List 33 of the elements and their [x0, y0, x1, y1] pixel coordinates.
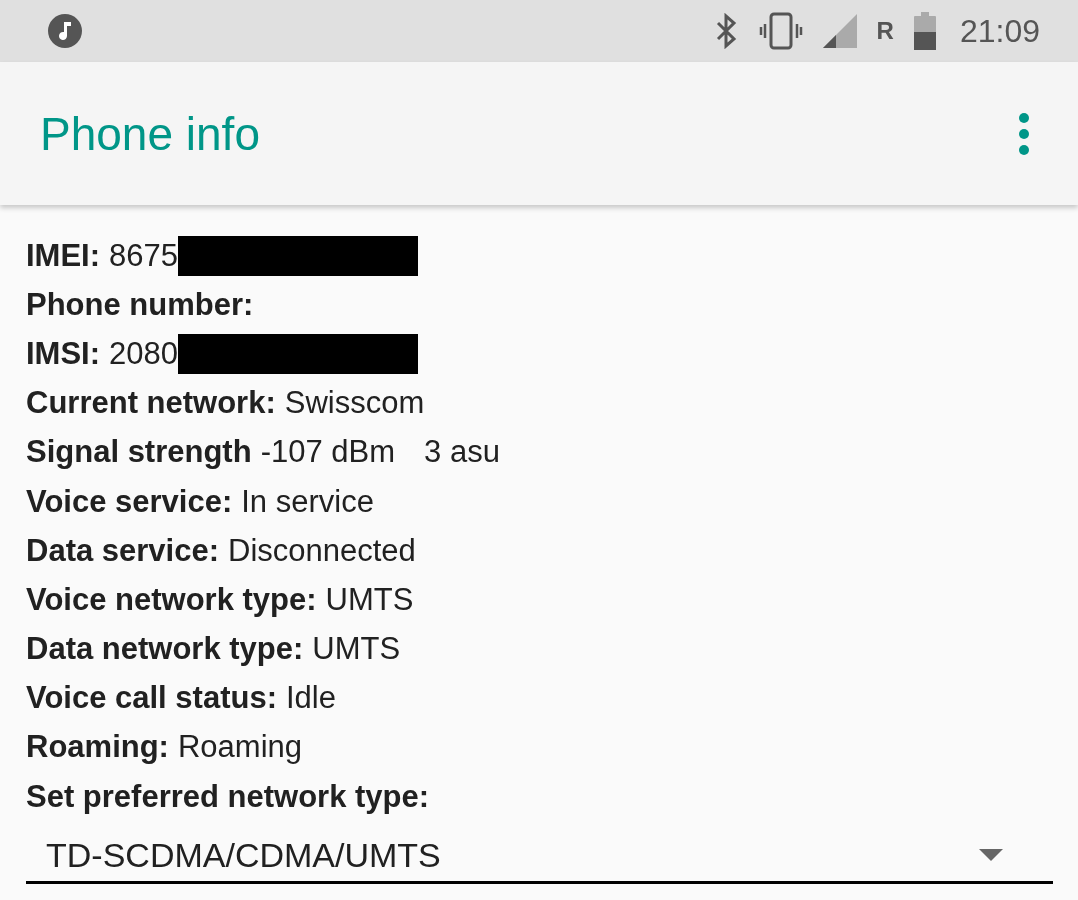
field-label: Voice service:	[26, 483, 233, 520]
field-label: IMSI:	[26, 335, 101, 372]
field-label: Phone number:	[26, 286, 254, 323]
clock: 21:09	[959, 12, 1040, 50]
field-label: Voice call status:	[26, 680, 277, 717]
field-value: 3 asu	[424, 434, 500, 471]
field-label: Roaming:	[26, 729, 169, 766]
app-title: Phone info	[40, 106, 260, 161]
field-value: UMTS	[325, 581, 414, 618]
overflow-menu-icon[interactable]	[1018, 111, 1030, 156]
field-label: Data service:	[26, 532, 219, 569]
field-value: Swisscom	[284, 385, 425, 422]
field-label: Current network:	[26, 385, 276, 422]
field-value: Idle	[285, 680, 336, 717]
field-value: Disconnected	[228, 532, 416, 569]
field-label: Data network type:	[26, 631, 304, 668]
field-value: -107 dBm	[260, 434, 396, 471]
music-note-icon	[47, 13, 83, 49]
field-value: Roaming	[177, 729, 302, 766]
field-label: Set preferred network type:	[26, 778, 430, 815]
field-value: 2080	[109, 335, 179, 372]
vibrate-icon	[758, 12, 803, 50]
signal-icon	[822, 14, 857, 48]
field-label: Voice network type:	[26, 581, 317, 618]
field-label: IMEI:	[26, 237, 101, 274]
field-value: UMTS	[312, 631, 401, 668]
field-label: Signal strength	[26, 434, 252, 471]
field-value: In service	[241, 483, 374, 520]
battery-icon	[913, 12, 936, 50]
network-type-dropdown[interactable]: TD-SCDMA/CDMA/UMTS	[26, 829, 1053, 885]
field-value: 8675	[109, 237, 179, 274]
dropdown-arrow-icon	[979, 849, 1003, 862]
roaming-indicator: R	[876, 17, 894, 45]
